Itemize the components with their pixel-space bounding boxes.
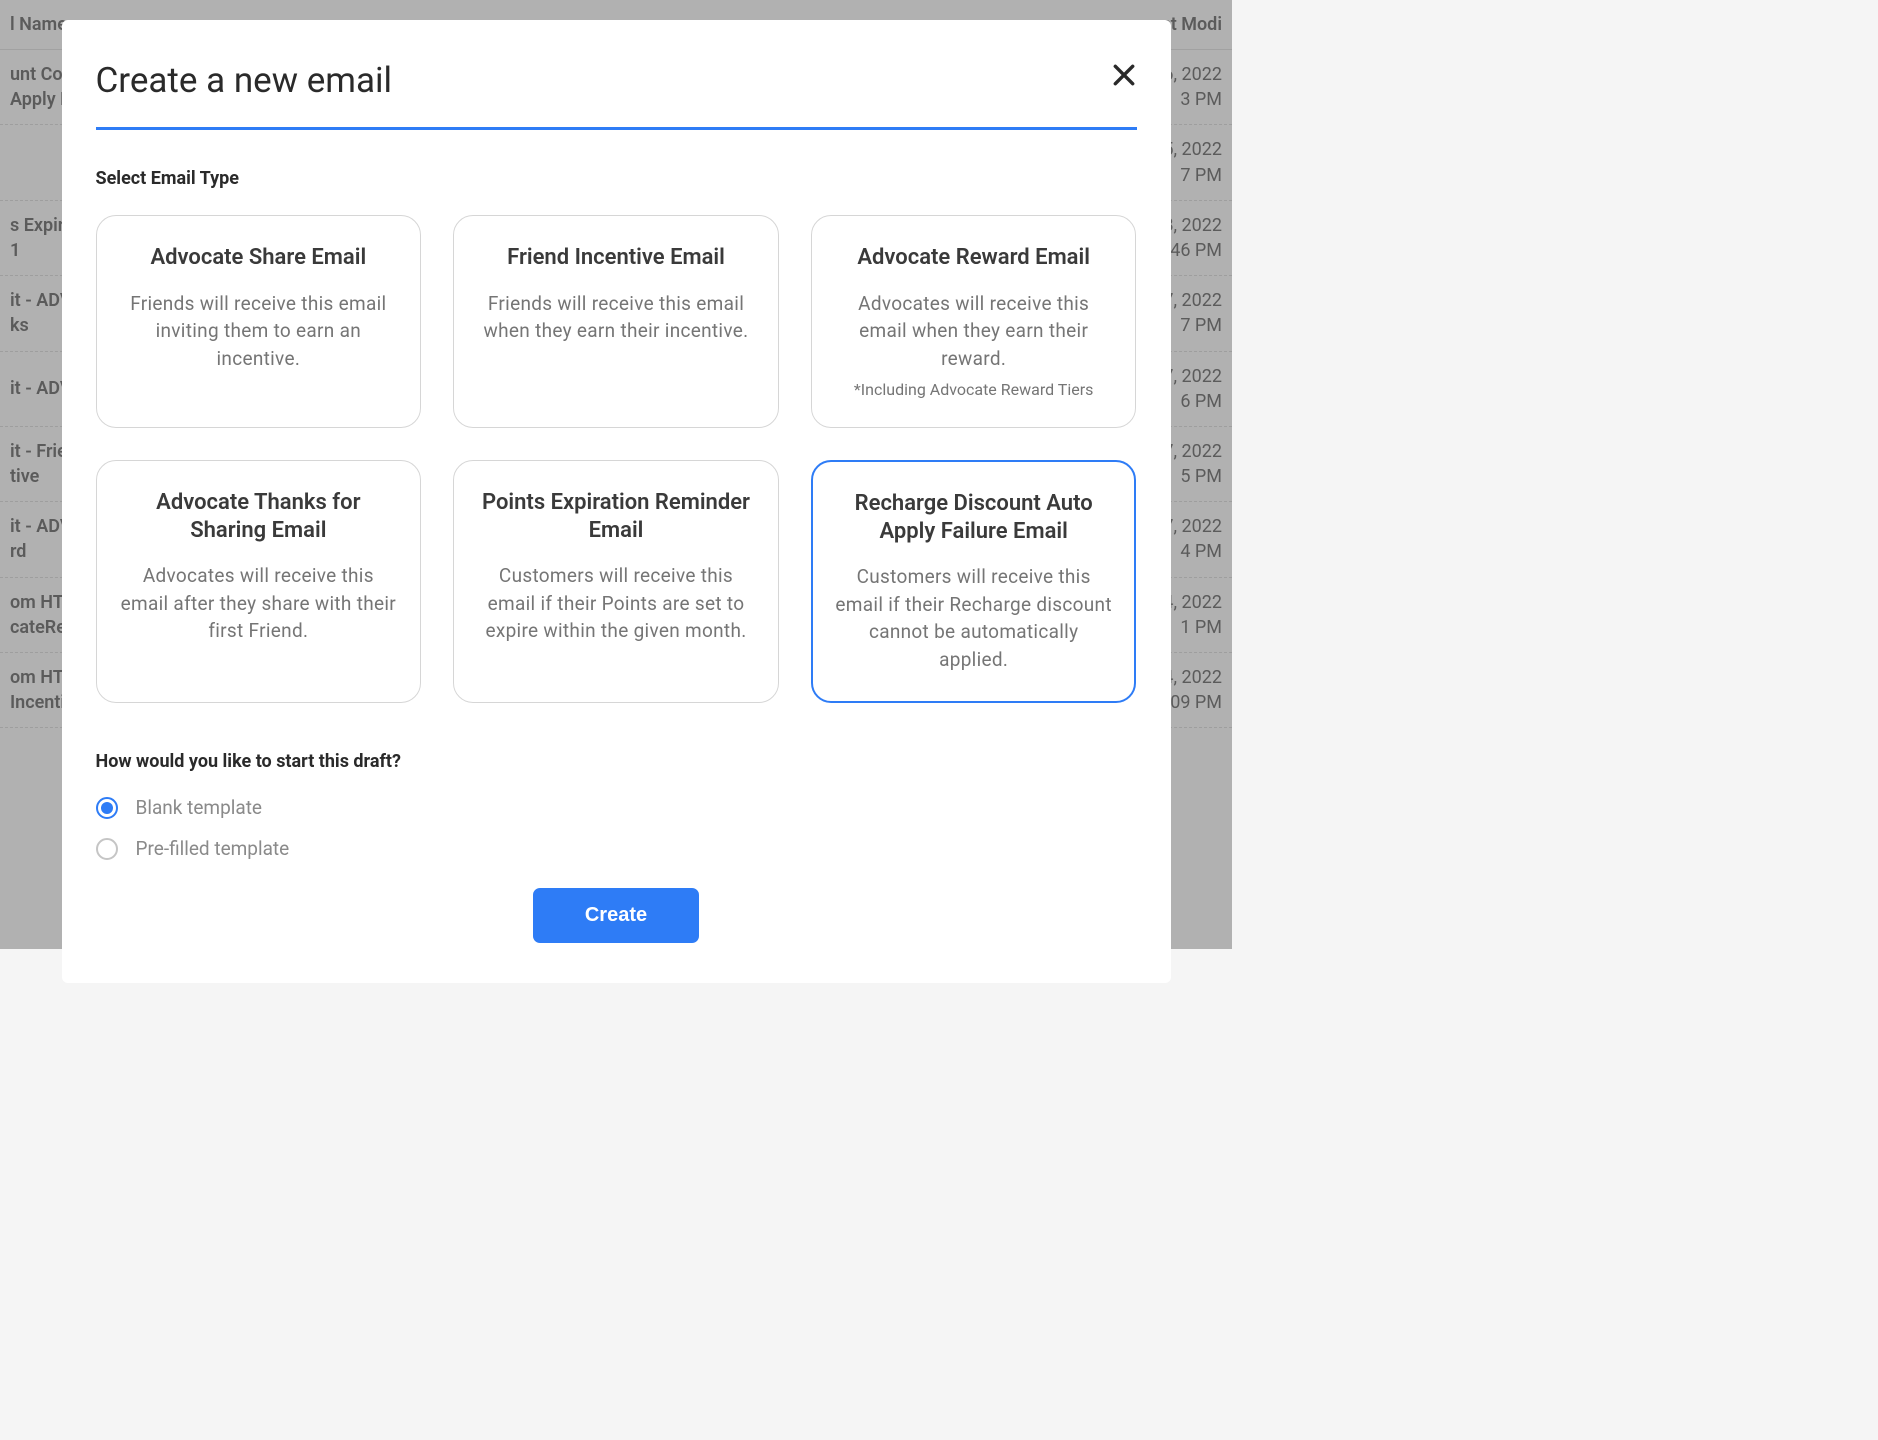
draft-start-label: How would you like to start this draft? — [96, 751, 1137, 772]
email-type-grid: Advocate Share Email Friends will receive… — [96, 215, 1137, 703]
email-type-card[interactable]: Advocate Reward Email Advocates will rece… — [811, 215, 1137, 428]
radio-option[interactable]: Blank template — [96, 796, 1137, 819]
card-title: Recharge Discount Auto Apply Failure Ema… — [835, 490, 1113, 545]
radio-label: Pre-filled template — [136, 837, 290, 860]
email-type-card[interactable]: Points Expiration Reminder Email Customer… — [453, 460, 779, 703]
close-icon[interactable] — [1111, 62, 1137, 88]
card-title: Advocate Thanks for Sharing Email — [119, 489, 399, 544]
card-description: Advocates will receive this email after … — [119, 562, 399, 645]
email-type-card[interactable]: Advocate Thanks for Sharing Email Advocat… — [96, 460, 422, 703]
card-title: Points Expiration Reminder Email — [476, 489, 756, 544]
modal-title: Create a new email — [96, 60, 1137, 101]
card-description: Customers will receive this email if the… — [835, 563, 1113, 673]
email-type-card[interactable]: Recharge Discount Auto Apply Failure Ema… — [811, 460, 1137, 703]
create-email-modal: Create a new email Select Email Type Adv… — [62, 20, 1171, 983]
create-button[interactable]: Create — [533, 888, 699, 943]
card-description: Friends will receive this email when the… — [476, 290, 756, 345]
draft-section: How would you like to start this draft? … — [96, 751, 1137, 860]
card-title: Advocate Share Email — [150, 244, 366, 272]
card-description: Customers will receive this email if the… — [476, 562, 756, 645]
card-description: Advocates will receive this email when t… — [834, 290, 1114, 373]
radio-label: Blank template — [136, 796, 263, 819]
email-type-card[interactable]: Friend Incentive Email Friends will recei… — [453, 215, 779, 428]
modal-divider — [96, 127, 1137, 130]
email-type-card[interactable]: Advocate Share Email Friends will receive… — [96, 215, 422, 428]
radio-button[interactable] — [96, 838, 118, 860]
card-description: Friends will receive this email inviting… — [119, 290, 399, 373]
card-title: Friend Incentive Email — [507, 244, 725, 272]
radio-option[interactable]: Pre-filled template — [96, 837, 1137, 860]
card-note: *Including Advocate Reward Tiers — [854, 380, 1093, 399]
select-email-type-label: Select Email Type — [96, 168, 1137, 189]
modal-overlay[interactable]: Create a new email Select Email Type Adv… — [0, 0, 1232, 949]
card-title: Advocate Reward Email — [857, 244, 1090, 272]
radio-button[interactable] — [96, 797, 118, 819]
